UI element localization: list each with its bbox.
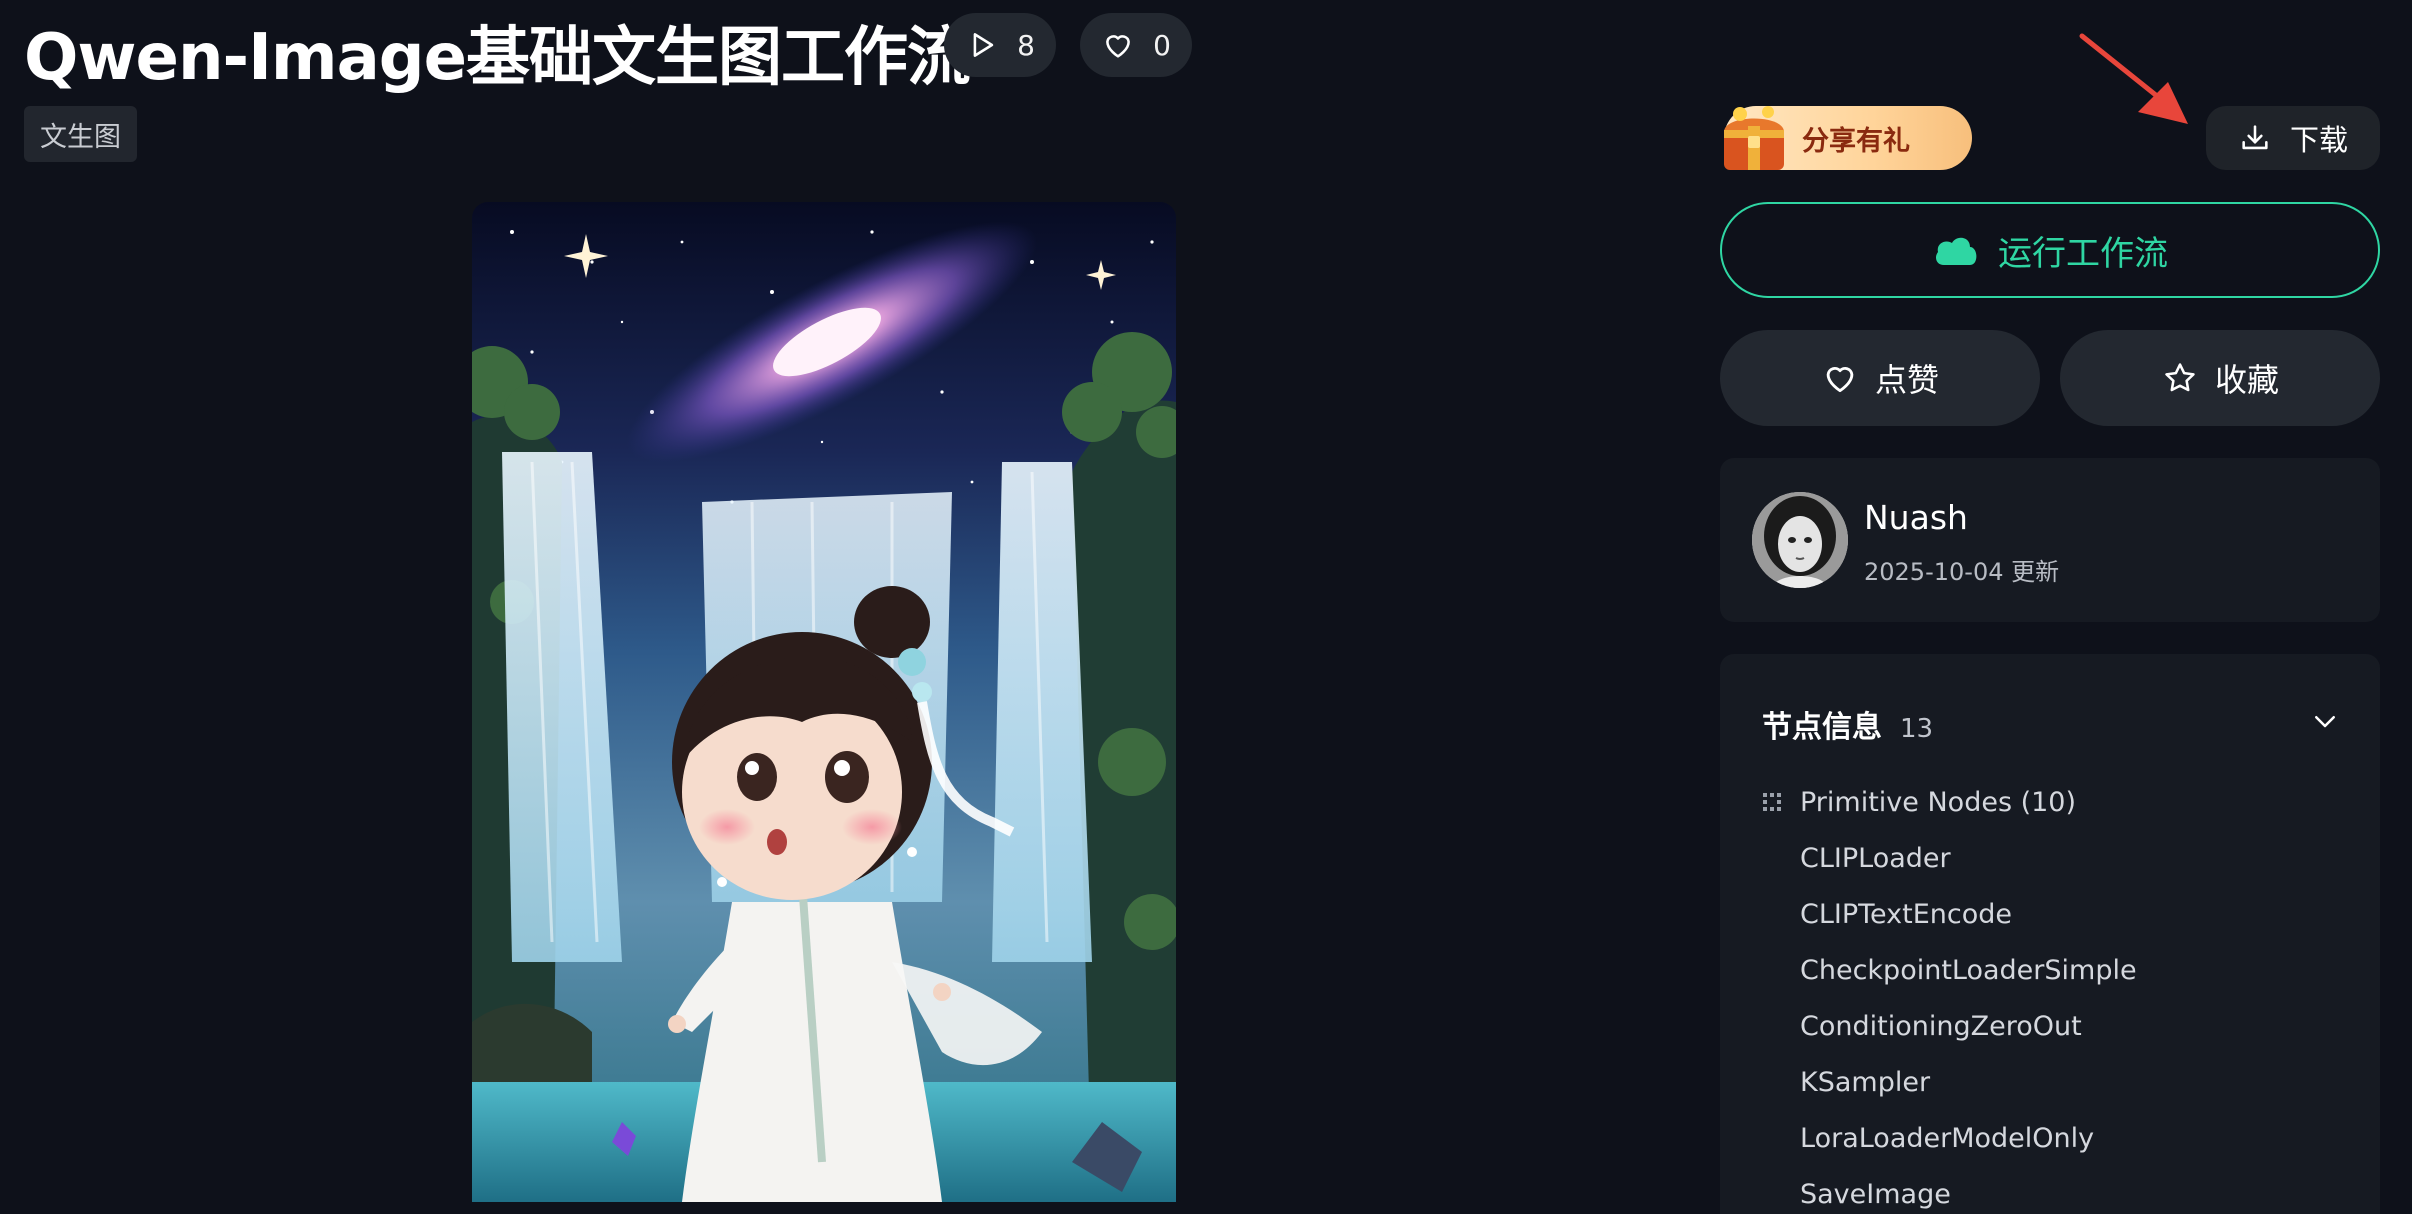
list-item[interactable]: SaveImage [1762, 1166, 2137, 1214]
annotation-arrow-icon [2079, 33, 2188, 124]
download-icon [2242, 125, 2268, 150]
workflow-preview-image[interactable] [472, 202, 1176, 1202]
list-item[interactable]: Primitive Nodes (10) [1762, 774, 2137, 830]
node-info-title: 节点信息 [1762, 710, 1882, 745]
like-count-button[interactable]: 0 [1080, 13, 1192, 77]
page-title: Qwen-Image基础文生图工作流 [24, 21, 971, 95]
list-item[interactable]: CheckpointLoaderSimple [1762, 942, 2137, 998]
list-item[interactable]: CLIPTextEncode [1762, 886, 2137, 942]
favorite-button[interactable]: 收藏 [2060, 330, 2380, 426]
author-card[interactable]: Nuash 2025-10-04 更新 [1720, 458, 2380, 622]
list-item[interactable]: KSampler [1762, 1054, 2137, 1110]
avatar[interactable] [1752, 492, 1848, 588]
like-button[interactable]: 点赞 [1720, 330, 2040, 426]
run-count-button[interactable]: 8 [944, 13, 1056, 77]
node-name: CLIPTextEncode [1800, 898, 2013, 930]
run-workflow-button[interactable]: 运行工作流 [1720, 202, 2380, 298]
share-reward-label: 分享有礼 [1802, 125, 1910, 157]
list-item[interactable]: CLIPLoader [1762, 830, 2137, 886]
node-name: CLIPLoader [1800, 842, 1951, 874]
node-info-count: 13 [1900, 714, 1934, 744]
download-label: 下载 [2289, 123, 2348, 157]
node-info-header[interactable]: 节点信息 13 [1762, 702, 1933, 746]
star-icon [2165, 363, 2195, 392]
node-list: Primitive Nodes (10) CLIPLoader CLIPText… [1762, 774, 2137, 1214]
node-name: KSampler [1800, 1066, 1931, 1098]
preview-illustration [472, 202, 1176, 1202]
node-name: LoraLoaderModelOnly [1800, 1122, 2095, 1154]
cloud-icon [1936, 237, 1977, 265]
avatar-image [1752, 492, 1848, 588]
node-info-panel: 节点信息 13 Primitive Nodes (10) CLIPLoader … [1720, 654, 2380, 1214]
run-workflow-label: 运行工作流 [1998, 233, 2168, 274]
node-name: CheckpointLoaderSimple [1800, 954, 2137, 986]
node-name: Primitive Nodes (10) [1800, 786, 2077, 818]
grid-dots-icon [1763, 793, 1781, 811]
favorite-label: 收藏 [2214, 361, 2279, 399]
list-item[interactable]: LoraLoaderModelOnly [1762, 1110, 2137, 1166]
category-tag[interactable]: 文生图 [24, 106, 137, 162]
node-name: SaveImage [1800, 1178, 1951, 1210]
node-name: ConditioningZeroOut [1800, 1010, 2082, 1042]
author-name[interactable]: Nuash [1864, 498, 1968, 537]
play-icon [973, 33, 994, 57]
heart-icon [1826, 367, 1854, 393]
share-reward-button[interactable]: 分享有礼 [1724, 106, 1972, 170]
heart-icon [1106, 35, 1130, 58]
gift-chest-icon [1724, 106, 1784, 170]
run-count: 8 [1017, 28, 1035, 62]
like-count: 0 [1153, 28, 1171, 62]
download-button[interactable]: 下载 [2206, 106, 2380, 170]
updated-date: 2025-10-04 更新 [1864, 558, 2060, 586]
chevron-down-icon[interactable] [2310, 706, 2340, 736]
list-item[interactable]: ConditioningZeroOut [1762, 998, 2137, 1054]
like-label: 点赞 [1874, 361, 1939, 399]
